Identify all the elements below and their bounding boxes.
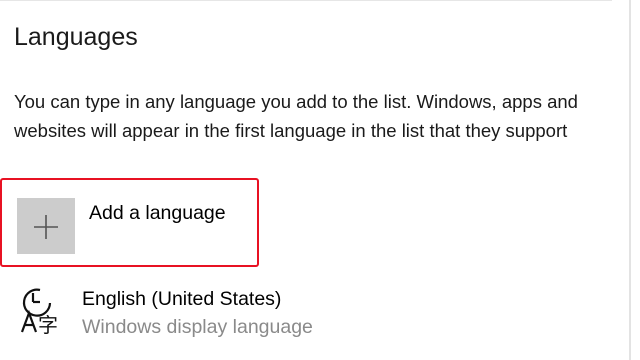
section-title: Languages [14, 23, 138, 51]
plus-icon [17, 198, 75, 254]
scrollbar-track[interactable] [629, 0, 631, 360]
top-divider [0, 0, 612, 1]
section-description: You can type in any language you add to … [14, 91, 578, 141]
add-language-label: Add a language [89, 202, 226, 224]
language-subtitle: Windows display language [82, 316, 313, 338]
add-language-button[interactable]: Add a language [0, 178, 259, 267]
language-display-icon: 字 [20, 288, 58, 336]
svg-text:字: 字 [38, 313, 58, 336]
language-item-english-us[interactable]: 字 English (United States) Windows displa… [0, 280, 612, 346]
language-name: English (United States) [82, 288, 282, 310]
